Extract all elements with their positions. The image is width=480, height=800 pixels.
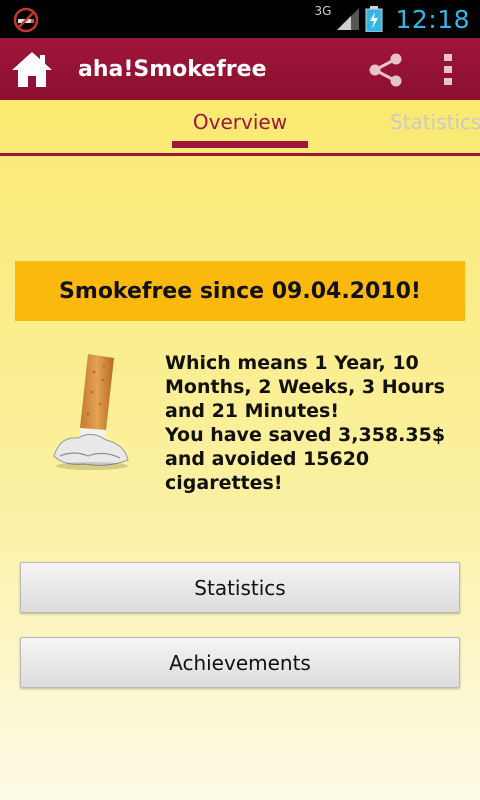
- achievements-button[interactable]: Achievements: [20, 637, 460, 688]
- battery-icon: [365, 6, 383, 32]
- summary-text: Which means 1 Year, 10 Months, 2 Weeks, …: [165, 351, 465, 495]
- home-icon[interactable]: [10, 50, 54, 90]
- tab-statistics[interactable]: Statistics: [390, 100, 480, 150]
- tab-bar: Overview Statistics: [0, 100, 480, 156]
- no-smoking-icon: [13, 7, 39, 33]
- smokefree-since-banner: Smokefree since 09.04.2010!: [15, 261, 465, 321]
- statistics-button[interactable]: Statistics: [20, 562, 460, 613]
- app-title: aha!Smokefree: [78, 57, 267, 82]
- content-area: Overview Statistics Smokefree since 09.0…: [0, 100, 480, 800]
- network-type: 3G: [314, 4, 332, 18]
- duration-text: Which means 1 Year, 10 Months, 2 Weeks, …: [165, 352, 445, 422]
- signal-icon: [337, 8, 360, 30]
- status-bar: 3G 12:18: [0, 0, 480, 38]
- cigarette-butt-icon: [53, 354, 129, 470]
- share-icon[interactable]: [366, 50, 406, 90]
- overflow-menu-icon[interactable]: [436, 51, 460, 89]
- savings-text: You have saved 3,358.35$ and avoided 156…: [165, 424, 446, 494]
- clock: 12:18: [395, 4, 470, 34]
- action-bar: aha!Smokefree: [0, 38, 480, 100]
- tab-selected-indicator: [172, 141, 308, 148]
